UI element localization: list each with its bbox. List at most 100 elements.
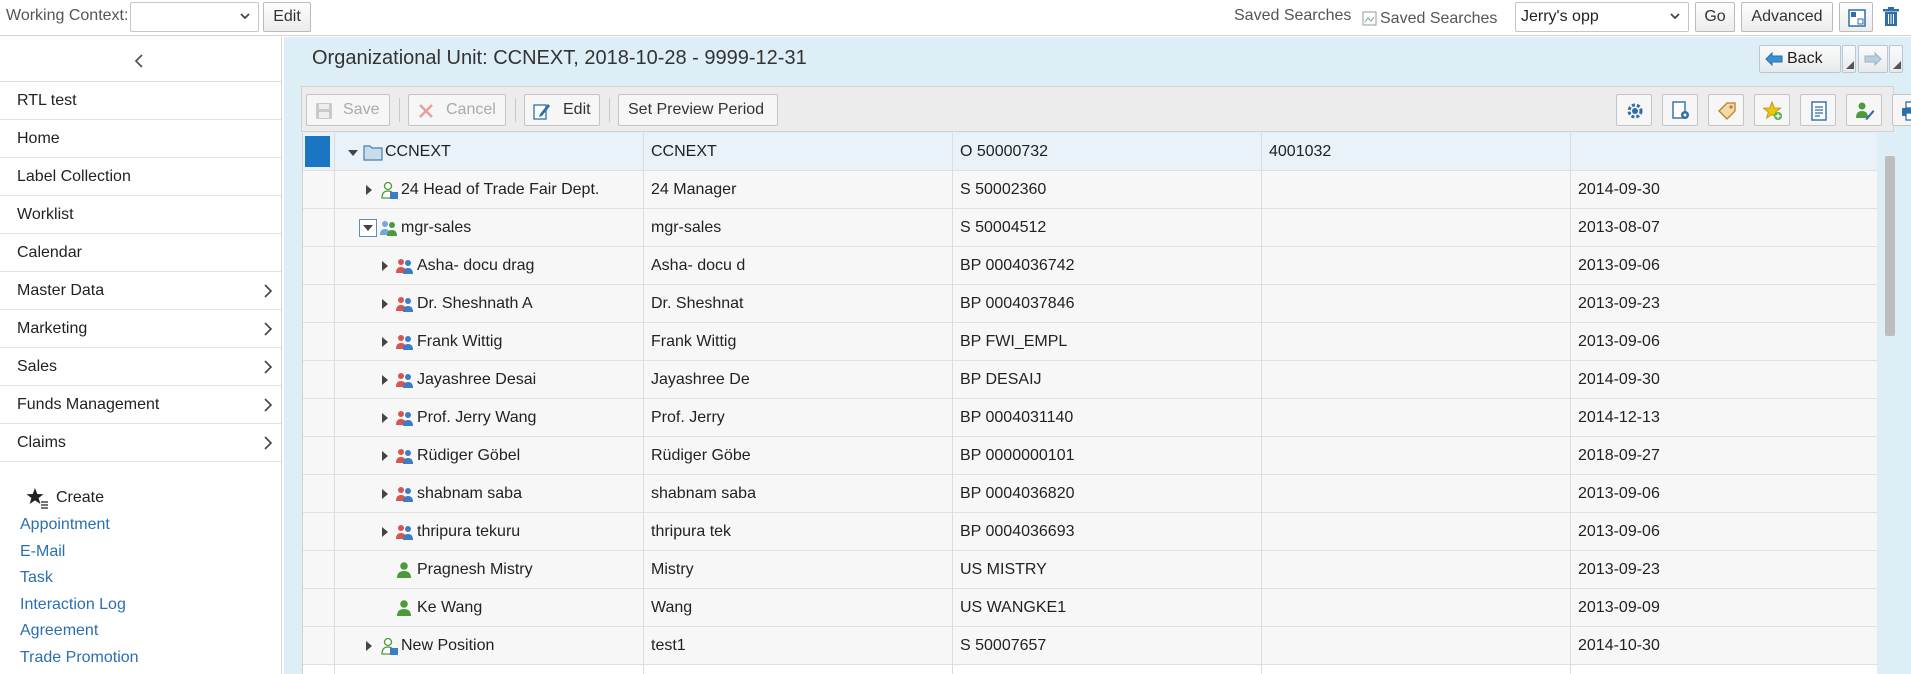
saved-searches-label: Saved Searches [1234,7,1352,24]
table-row[interactable]: Rüdiger Göbel Rüdiger Göbe BP 0000000101 20… [303,437,1877,475]
expand-node-icon[interactable] [381,488,389,500]
expand-node-icon[interactable] [381,412,389,424]
sidebar-item-label: Marketing [17,320,88,337]
cell-description[interactable]: mgr-sales [401,209,639,247]
cell-description[interactable]: Rüdiger Göbel [417,437,639,475]
vertical-scrollbar-thumb[interactable] [1885,156,1895,336]
cell-code [1269,247,1567,285]
add-favorite-button[interactable] [1754,94,1790,126]
table-row[interactable]: Ke Wang Wang US WANGKE1 2013-09-09 [303,589,1877,627]
user-edit-button[interactable] [1846,94,1882,126]
table-row[interactable]: New Position test1 S 50007657 2014-10-30 [303,627,1877,665]
sidebar-item-label: Home [17,130,60,147]
sidebar-item-claims[interactable]: Claims [0,424,281,462]
sidebar-item-marketing[interactable]: Marketing [0,310,281,348]
create-link-task[interactable]: Task [0,565,282,592]
advanced-search-button[interactable]: Advanced [1741,2,1833,32]
sidebar-item-sales[interactable]: Sales [0,348,281,386]
set-preview-period-button[interactable]: Set Preview Period [618,94,778,126]
row-selector[interactable] [305,136,330,167]
cell-description[interactable]: Pragnesh Mistry [417,551,639,589]
cell-description[interactable]: Jayashree Desai [417,361,639,399]
expand-node-icon[interactable] [381,526,389,538]
expand-node-icon[interactable] [381,374,389,386]
create-link-appointment[interactable]: Appointment [0,512,282,539]
tag-button[interactable] [1708,94,1744,126]
create-link-trade-promotion[interactable]: Trade Promotion [0,645,282,672]
cell-object-id: BP 0004031140 [960,409,1074,426]
expand-node-icon[interactable] [381,298,389,310]
page-title: Organizational Unit: CCNEXT, 2018-10-28 … [312,47,807,69]
back-history-dropdown[interactable] [1842,45,1856,73]
forward-button[interactable] [1858,45,1888,73]
sidebar-collapse-button[interactable] [0,37,281,82]
table-row[interactable]: Jayashree Desai Jayashree De BP DESAIJ 2014… [303,361,1877,399]
delete-button[interactable] [1880,6,1906,32]
expand-node-icon[interactable] [381,260,389,272]
table-row[interactable]: Dr. Sheshnath A Dr. Sheshnat BP 0004037846… [303,285,1877,323]
saved-search-select[interactable]: Jerry's opp [1515,2,1689,32]
table-row[interactable]: Frank Wittig Frank Wittig BP FWI_EMPL 2013-… [303,323,1877,361]
create-link-agreement[interactable]: Agreement [0,618,282,645]
cell-valid-from: 2013-09-23 [1578,295,1660,312]
sidebar-item-worklist[interactable]: Worklist [0,196,281,234]
cell-description[interactable]: New Position [401,627,639,665]
sidebar-item-label: Sales [17,358,58,375]
sidebar-item-home[interactable]: Home [0,120,281,158]
cell-description[interactable]: shabnam saba [417,475,639,513]
table-row[interactable]: CCNEXT CCNEXT O 50000732 4001032 [303,133,1877,171]
expand-node-icon[interactable] [381,336,389,348]
expand-node-icon[interactable] [365,184,373,196]
cell-description[interactable]: Dr. Sheshnath A [417,285,639,323]
back-button[interactable]: Back [1759,45,1841,73]
create-section: Create Appointment E-Mail Task Interaction … [0,484,282,671]
cell-description[interactable]: thripura tekuru [417,513,639,551]
table-row[interactable]: shabnam saba shabnam saba BP 0004036820 201… [303,475,1877,513]
expand-node-icon[interactable] [365,640,373,652]
edit-button[interactable]: Edit [524,94,600,126]
edit-label: Edit [563,101,591,118]
cell-description[interactable]: Frank Wittig [417,323,639,361]
create-link-e-mail[interactable]: E-Mail [0,539,282,566]
document-list-icon [1811,101,1827,121]
settings-button[interactable] [1616,94,1652,126]
print-button[interactable] [1892,94,1911,126]
table-row[interactable]: Pragnesh Mistry Mistry US MISTRY 2013-09-23 [303,551,1877,589]
back-label: Back [1787,50,1823,67]
table-row[interactable]: thripura tekuru thripura tek BP 0004036693… [303,513,1877,551]
working-context-edit-button[interactable]: Edit [263,2,311,32]
forward-history-dropdown[interactable] [1889,45,1903,73]
chevron-right-icon [264,360,273,374]
go-button[interactable]: Go [1695,2,1735,32]
sidebar-item-master-data[interactable]: Master Data [0,272,281,310]
table-row[interactable]: Prof. Jerry Wang Prof. Jerry BP 0004031140… [303,399,1877,437]
cell-short-name: Dr. Sheshnat [651,295,744,312]
cell-description[interactable]: Ke Wang [417,589,639,627]
cell-object-id: BP 0000000101 [960,447,1075,464]
configure-page-button[interactable] [1662,94,1698,126]
notes-button[interactable] [1800,94,1836,126]
user-icon [397,600,411,616]
collapse-node-icon[interactable] [347,148,359,158]
table-row[interactable]: 24 Head of Trade Fair Dept. 24 Manager S 5… [303,171,1877,209]
table-row[interactable]: mgr-sales mgr-sales S 50004512 2013-08-07 [303,209,1877,247]
sidebar-item-rtl-test[interactable]: RTL test [0,82,281,120]
create-link-interaction-log[interactable]: Interaction Log [0,592,282,619]
cell-description[interactable]: Asha- docu drag [417,247,639,285]
sidebar-item-calendar[interactable]: Calendar [0,234,281,272]
personalize-layout-button[interactable] [1839,2,1873,32]
working-context-select[interactable] [130,2,259,32]
sidebar-item-label-collection[interactable]: Label Collection [0,158,281,196]
save-button[interactable]: Save [306,94,390,126]
triangle-down-icon [1846,61,1854,69]
cell-object-id: BP 0004037846 [960,295,1075,312]
collapse-node-icon[interactable] [359,219,377,237]
sidebar-item-funds-management[interactable]: Funds Management [0,386,281,424]
cell-valid-from: 2013-08-07 [1578,219,1660,236]
cell-description[interactable]: 24 Head of Trade Fair Dept. [401,171,639,209]
cell-description[interactable]: CCNEXT [385,133,639,171]
expand-node-icon[interactable] [381,450,389,462]
table-row[interactable]: Asha- docu drag Asha- docu d BP 0004036742… [303,247,1877,285]
cell-description[interactable]: Prof. Jerry Wang [417,399,639,437]
cancel-button[interactable]: Cancel [408,94,506,126]
